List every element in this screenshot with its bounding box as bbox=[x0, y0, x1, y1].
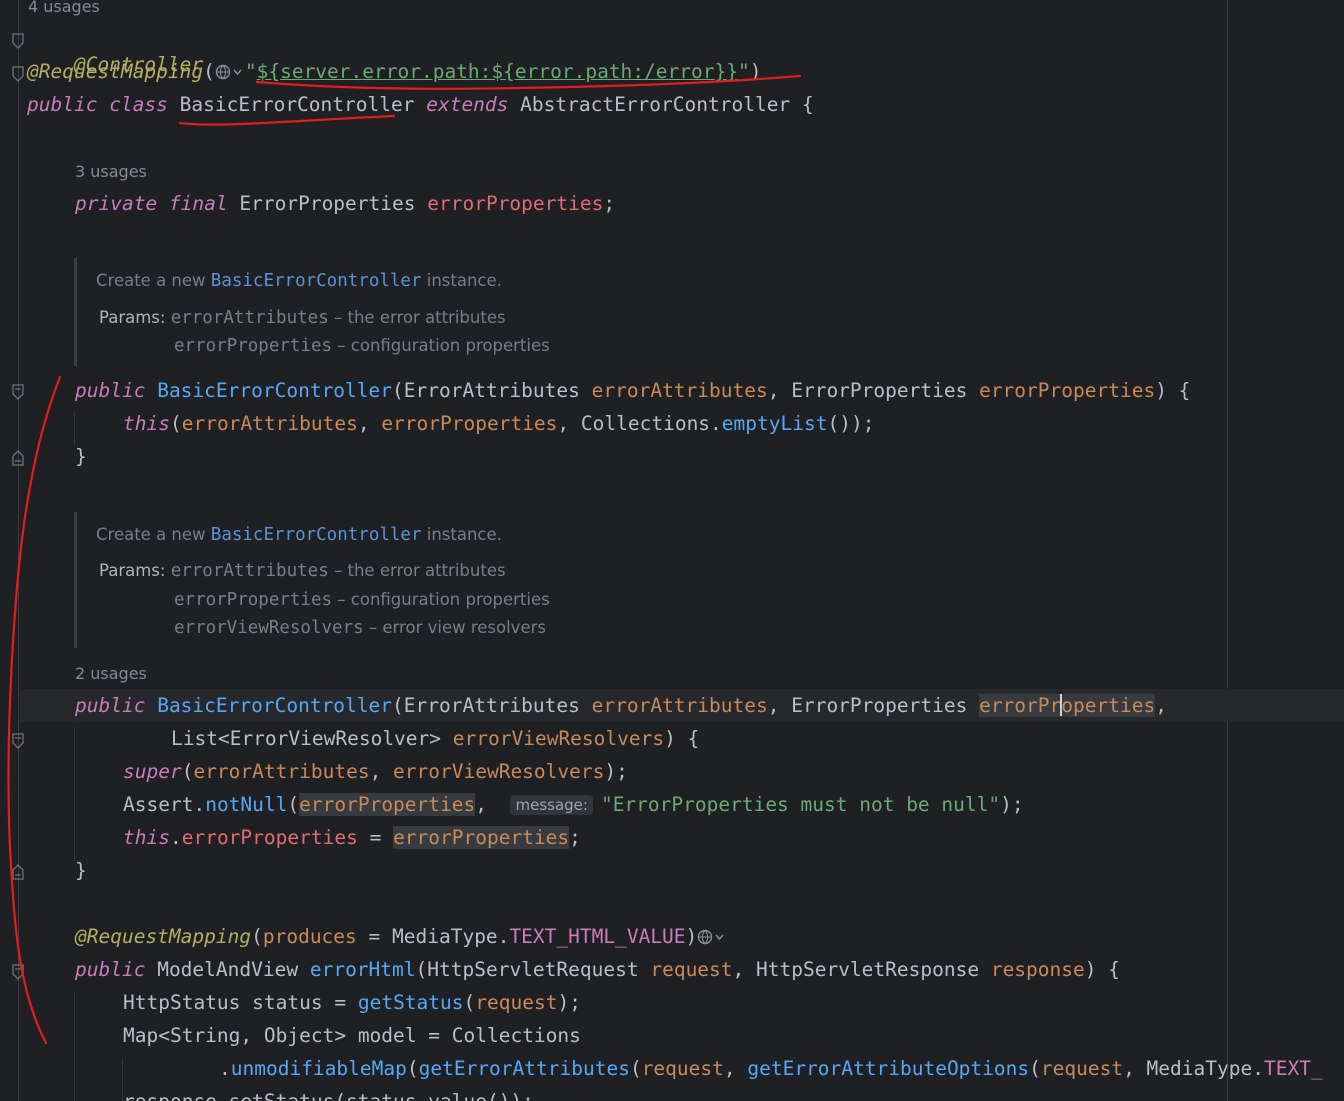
doc-link[interactable]: BasicErrorController bbox=[211, 271, 422, 291]
keyword: extends bbox=[426, 93, 509, 116]
fold-end-icon[interactable] bbox=[10, 863, 26, 881]
indent-guide bbox=[74, 727, 75, 861]
code-editor[interactable]: 4 usages 3 usages 2 usages @Controller @… bbox=[0, 0, 1344, 1101]
code-line[interactable]: List<ErrorViewResolver> errorViewResolve… bbox=[171, 726, 699, 752]
text-caret bbox=[1060, 694, 1063, 716]
globe-icon[interactable] bbox=[697, 928, 727, 946]
code-line[interactable]: public class BasicErrorController extend… bbox=[27, 92, 814, 118]
indent-guide bbox=[74, 992, 75, 1101]
doc-comment-line: Create a new BasicErrorController instan… bbox=[96, 525, 502, 545]
keyword: public bbox=[75, 379, 146, 402]
code-line[interactable]: public BasicErrorController(ErrorAttribu… bbox=[75, 378, 1190, 404]
usages-hint[interactable]: 4 usages bbox=[28, 0, 100, 18]
fold-icon[interactable] bbox=[10, 383, 26, 401]
code-line[interactable]: public BasicErrorController(ErrorAttribu… bbox=[75, 693, 1167, 719]
doc-comment-line: errorViewResolvers – error view resolver… bbox=[174, 618, 546, 638]
keyword: private bbox=[75, 192, 158, 215]
globe-icon[interactable] bbox=[215, 63, 245, 81]
doc-comment-bar bbox=[74, 258, 77, 366]
super-class-name: AbstractErrorController bbox=[520, 93, 791, 116]
doc-comment-bar bbox=[74, 512, 77, 648]
indent-guide bbox=[74, 412, 75, 446]
doc-comment-line: errorProperties – configuration properti… bbox=[174, 336, 550, 356]
fold-icon[interactable] bbox=[10, 65, 26, 83]
keyword: final bbox=[168, 192, 228, 215]
code-line[interactable]: this.errorProperties = errorProperties; bbox=[123, 825, 581, 851]
constructor-name: BasicErrorController bbox=[157, 379, 393, 402]
keyword: class bbox=[109, 93, 168, 116]
code-line[interactable]: @RequestMapping(produces = MediaType.TEX… bbox=[75, 924, 727, 950]
code-line[interactable]: public ModelAndView errorHtml(HttpServle… bbox=[75, 957, 1120, 983]
doc-comment-line: Params: errorAttributes – the error attr… bbox=[99, 561, 506, 581]
parameter-hint: message: bbox=[510, 795, 593, 815]
code-line[interactable]: this(errorAttributes, errorProperties, C… bbox=[123, 411, 874, 437]
usages-hint[interactable]: 2 usages bbox=[75, 663, 147, 685]
code-line[interactable]: } bbox=[75, 858, 87, 884]
code-line[interactable]: @RequestMapping("${server.error.path:${e… bbox=[27, 59, 761, 85]
fold-icon[interactable] bbox=[10, 963, 26, 981]
code-line[interactable]: response.setStatus(status.value()); bbox=[123, 1089, 534, 1101]
doc-link[interactable]: BasicErrorController bbox=[211, 525, 422, 545]
code-line[interactable]: super(errorAttributes, errorViewResolver… bbox=[123, 759, 628, 785]
code-line[interactable]: .unmodifiableMap(getErrorAttributes(requ… bbox=[219, 1056, 1323, 1082]
class-name: BasicErrorController bbox=[179, 93, 415, 116]
doc-comment-line: Create a new BasicErrorController instan… bbox=[96, 271, 502, 291]
code-line[interactable]: HttpStatus status = getStatus(request); bbox=[123, 990, 581, 1016]
code-line[interactable]: Map<String, Object> model = Collections bbox=[123, 1023, 581, 1049]
keyword: public bbox=[27, 93, 98, 116]
code-line[interactable]: private final ErrorProperties errorPrope… bbox=[75, 191, 615, 217]
code-line[interactable]: Assert.notNull(errorProperties, message:… bbox=[123, 792, 1024, 818]
doc-comment-line: Params: errorAttributes – the error attr… bbox=[99, 308, 506, 328]
usages-hint[interactable]: 3 usages bbox=[75, 161, 147, 183]
doc-comment-line: errorProperties – configuration properti… bbox=[174, 590, 550, 610]
field-name: errorProperties bbox=[427, 192, 604, 215]
fold-end-icon[interactable] bbox=[10, 449, 26, 467]
type-name: ErrorProperties bbox=[239, 192, 416, 215]
annotation: @RequestMapping bbox=[27, 60, 204, 83]
code-line[interactable]: } bbox=[75, 444, 87, 470]
right-margin-guide bbox=[1227, 0, 1228, 1101]
fold-icon[interactable] bbox=[10, 32, 26, 50]
gutter-divider bbox=[18, 0, 19, 1101]
fold-icon[interactable] bbox=[10, 732, 26, 750]
request-mapping-path: ${server.error.path:${error.path:/error}… bbox=[256, 60, 738, 83]
